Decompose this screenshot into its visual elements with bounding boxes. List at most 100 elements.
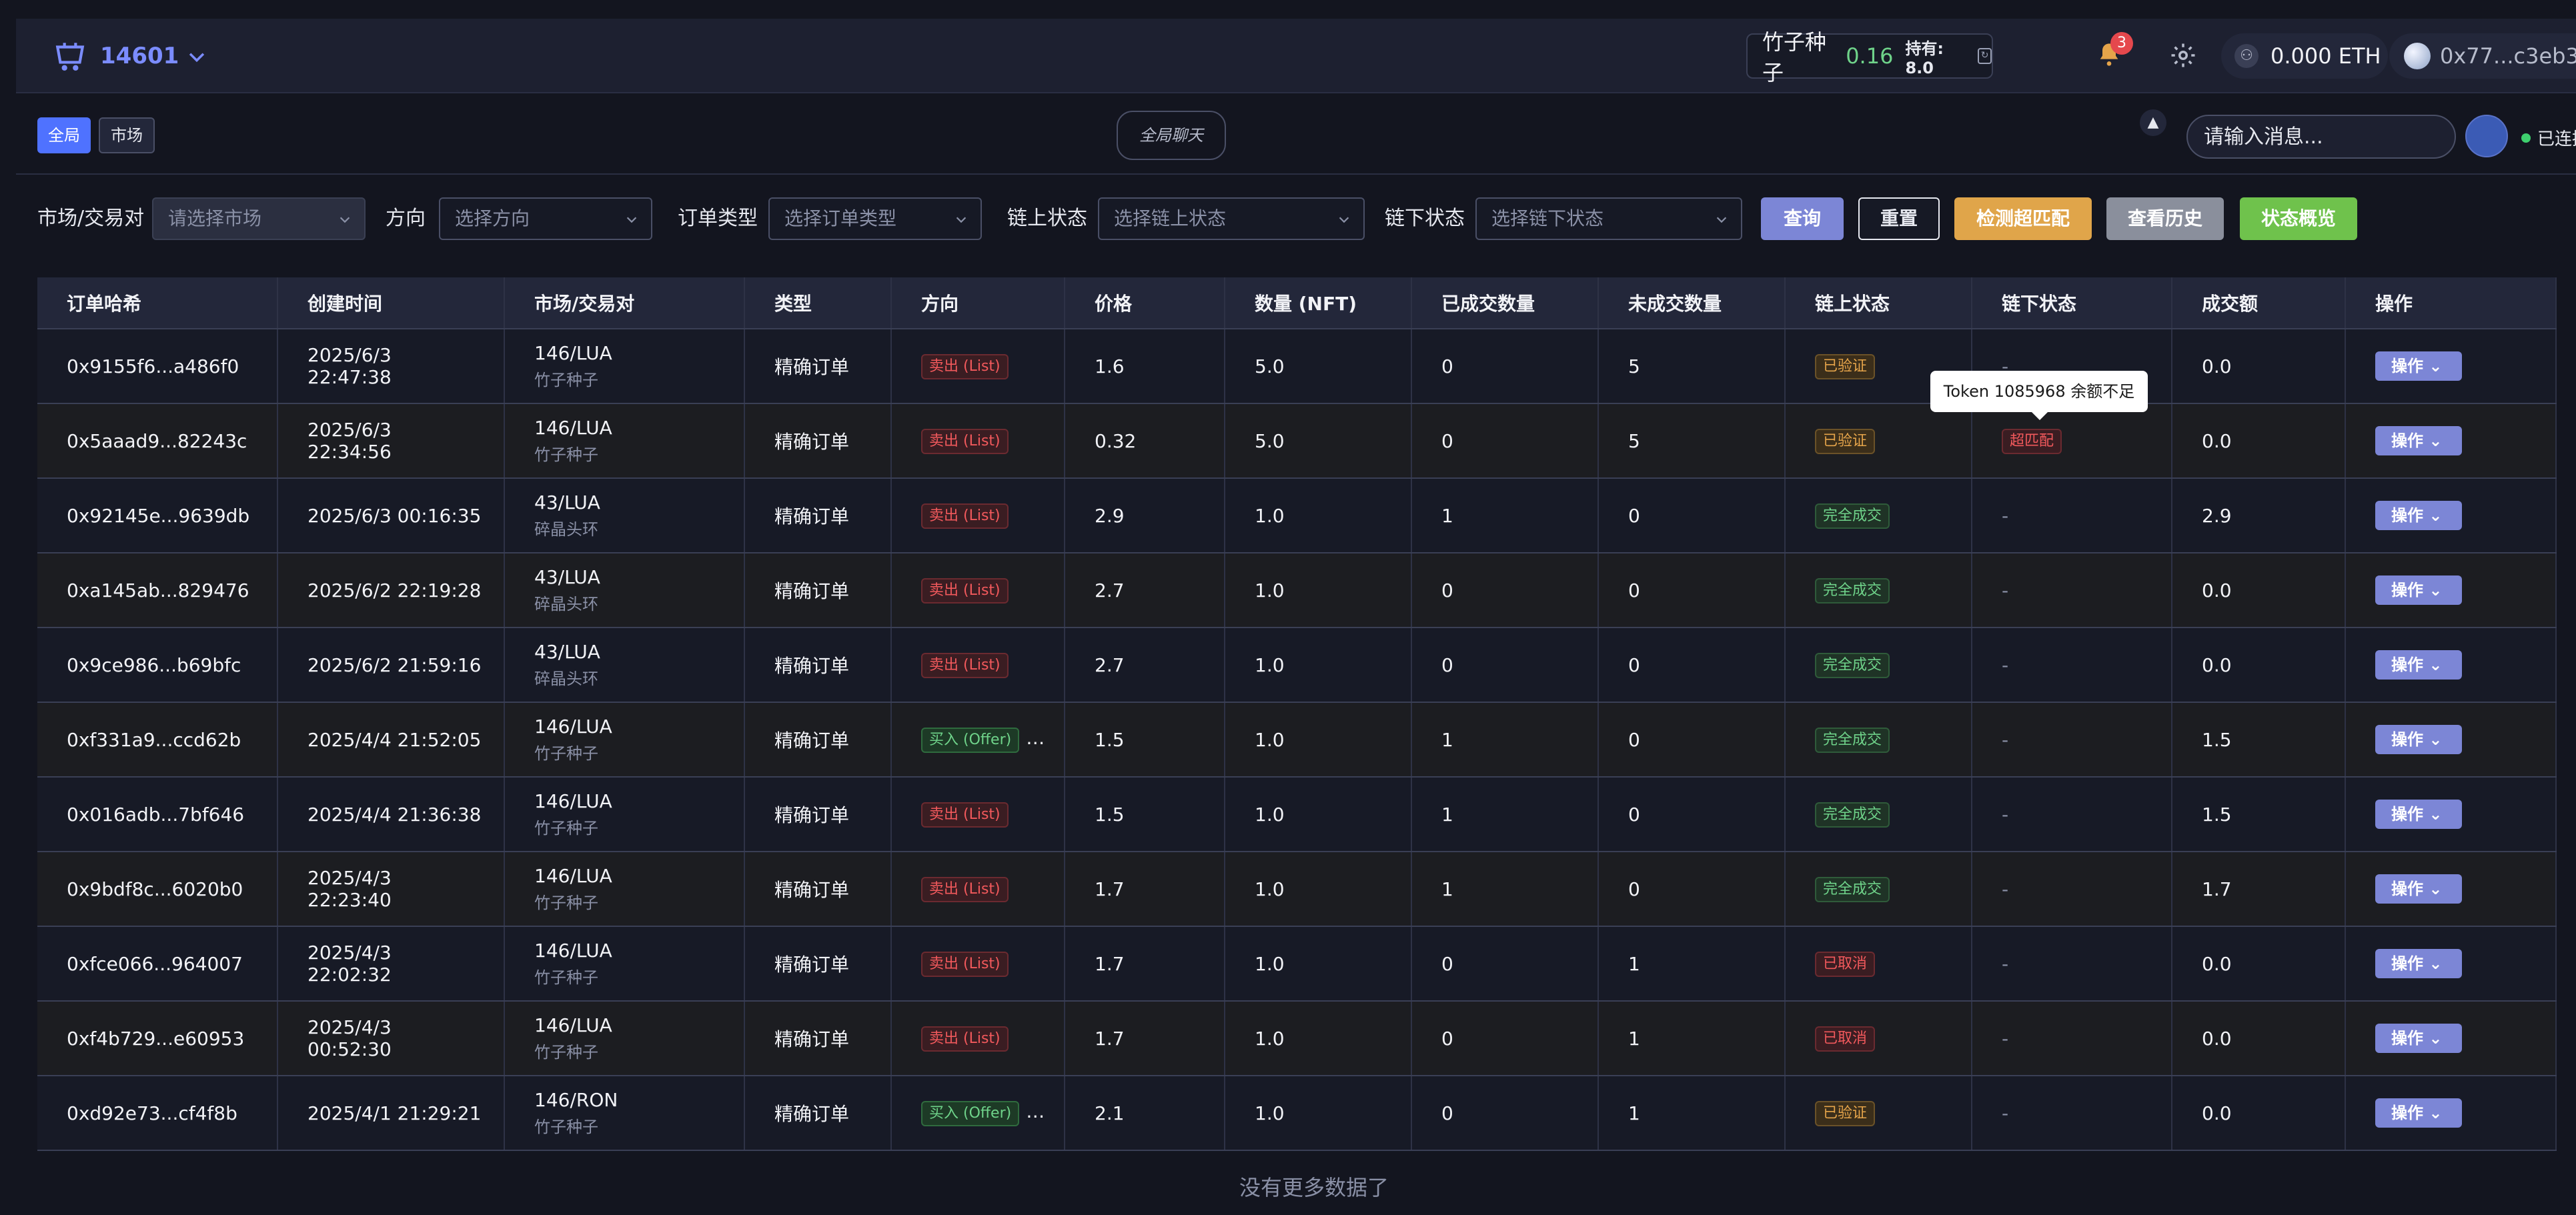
order-hash-cell[interactable]: 0xa145ab...829476 xyxy=(37,553,278,628)
collapse-up-icon[interactable]: ▲ xyxy=(2140,109,2166,136)
order-hash[interactable]: 0x9ce986...b69bfc xyxy=(67,654,241,676)
order-hash[interactable]: 0x9bdf8c...6020b0 xyxy=(67,878,243,900)
action-dropdown-button[interactable]: 操作 ⌄ xyxy=(2375,725,2462,754)
token-info[interactable]: 竹子种子 0.16 持有: 8.0 ↻ xyxy=(1746,29,1993,85)
order-hash-cell[interactable]: 0xd92e73...cf4f8b xyxy=(37,1076,278,1151)
created-time-cell: 2025/6/2 21:59:16 xyxy=(277,628,505,703)
market-filter-label: 市场/交易对 xyxy=(37,207,145,230)
created-time-clock: 22:23:40 xyxy=(307,889,392,911)
room-id[interactable]: 14601 xyxy=(100,37,179,75)
table-row[interactable]: 0x016adb...7bf646 2025/4/4 21:36:38 146/… xyxy=(37,777,2557,852)
scope-market-button[interactable]: 市场 xyxy=(99,117,155,153)
chevron-down-icon[interactable] xyxy=(185,45,208,68)
table-row[interactable]: 0xf331a9...ccd62b 2025/4/4 21:52:05 146/… xyxy=(37,702,2557,778)
order-hash[interactable]: 0xf331a9...ccd62b xyxy=(67,729,241,751)
shopping-basket-icon[interactable] xyxy=(53,39,87,72)
action-dropdown-button[interactable]: 操作 ⌄ xyxy=(2375,1098,2462,1128)
refresh-icon[interactable]: ↻ xyxy=(1978,48,1992,64)
wallet-address[interactable]: 0x77...c3eb31 xyxy=(2389,33,2576,79)
price-cell: 2.1 xyxy=(1065,1076,1225,1151)
table-row[interactable]: 0x92145e...9639db 2025/6/3 00:16:35 43/L… xyxy=(37,478,2557,553)
reset-button[interactable]: 重置 xyxy=(1858,197,1940,240)
offchain-select[interactable]: 选择链下状态 xyxy=(1475,197,1742,240)
order-hash[interactable]: 0x016adb...7bf646 xyxy=(67,804,244,826)
order-type-select[interactable]: 选择订单类型 xyxy=(768,197,982,240)
order-hash-cell[interactable]: 0x016adb...7bf646 xyxy=(37,777,278,852)
action-dropdown-button[interactable]: 操作 ⌄ xyxy=(2375,650,2462,680)
action-dropdown-button[interactable]: 操作 ⌄ xyxy=(2375,351,2462,381)
filled-cell: 0 xyxy=(1411,628,1599,703)
status-overview-button[interactable]: 状态概览 xyxy=(2240,197,2357,240)
order-hash[interactable]: 0xd92e73...cf4f8b xyxy=(67,1102,237,1124)
order-type: 精确订单 xyxy=(774,879,850,901)
detect-overmatch-button[interactable]: 检测超匹配 xyxy=(1954,197,2092,240)
action-label: 操作 xyxy=(2391,581,2423,599)
table-row[interactable]: 0xf4b729...e60953 2025/4/3 00:52:30 146/L… xyxy=(37,1001,2557,1076)
chevron-down-icon: ⌄ xyxy=(2429,1104,2443,1122)
offchain-status: - xyxy=(2002,1102,2009,1124)
order-hash-cell[interactable]: 0xf331a9...ccd62b xyxy=(37,702,278,778)
column-header: 成交额 xyxy=(2172,277,2346,329)
action-dropdown-button[interactable]: 操作 ⌄ xyxy=(2375,1024,2462,1053)
order-hash-cell[interactable]: 0x92145e...9639db xyxy=(37,478,278,553)
action-dropdown-button[interactable]: 操作 ⌄ xyxy=(2375,501,2462,530)
action-dropdown-button[interactable]: 操作 ⌄ xyxy=(2375,575,2462,605)
order-hash-cell[interactable]: 0x9155f6...a486f0 xyxy=(37,329,278,404)
order-hash[interactable]: 0x92145e...9639db xyxy=(67,505,249,527)
action-dropdown-button[interactable]: 操作 ⌄ xyxy=(2375,800,2462,829)
view-history-button[interactable]: 查看历史 xyxy=(2106,197,2224,240)
created-time-clock: 22:02:32 xyxy=(307,964,392,986)
action-dropdown-button[interactable]: 操作 ⌄ xyxy=(2375,949,2462,978)
direction-tag: 卖出 (List) xyxy=(921,951,1009,977)
table-row[interactable]: 0xfce066...964007 2025/4/3 22:02:32 146/L… xyxy=(37,926,2557,1002)
unfilled-quantity: 0 xyxy=(1628,504,1640,527)
chat-bar: 全局 市场 全局聊天 ▲ 已连接 xyxy=(16,95,2576,175)
asset-name: 竹子种子 xyxy=(534,894,598,912)
market-pair: 43/LUA xyxy=(534,491,600,513)
scope-all-button[interactable]: 全局 xyxy=(37,117,91,153)
action-cell: 操作 ⌄ xyxy=(2345,553,2557,628)
onchain-cell: 完全成交 xyxy=(1785,777,1972,852)
order-hash-cell[interactable]: 0xf4b729...e60953 xyxy=(37,1001,278,1076)
order-hash[interactable]: 0xf4b729...e60953 xyxy=(67,1028,244,1050)
table-row[interactable]: 0x9bdf8c...6020b0 2025/4/3 22:23:40 146/L… xyxy=(37,852,2557,927)
quantity: 1.0 xyxy=(1255,952,1285,975)
onchain-status-tag: 已取消 xyxy=(1815,1026,1876,1052)
query-button[interactable]: 查询 xyxy=(1761,197,1844,240)
gear-icon[interactable] xyxy=(2169,41,2197,69)
onchain-status-tag: 已验证 xyxy=(1815,428,1876,454)
order-hash-cell[interactable]: 0x9bdf8c...6020b0 xyxy=(37,852,278,927)
onchain-select[interactable]: 选择链上状态 xyxy=(1098,197,1365,240)
chevron-down-icon: ⌄ xyxy=(2429,1029,2443,1048)
market-select[interactable]: 请选择市场 xyxy=(152,197,366,240)
offchain-status: - xyxy=(2002,878,2009,900)
order-type-filter-label: 订单类型 xyxy=(678,207,758,230)
quantity-cell: 1.0 xyxy=(1225,1001,1412,1076)
table-row[interactable]: 0x5aaad9...82243c 2025/6/3 22:34:56 146/L… xyxy=(37,403,2557,479)
token-holding: 持有: 8.0 xyxy=(1905,39,1944,77)
message-input[interactable] xyxy=(2186,115,2456,159)
order-hash[interactable]: 0xfce066...964007 xyxy=(67,953,243,975)
direction-select[interactable]: 选择方向 xyxy=(439,197,652,240)
order-hash-cell[interactable]: 0x9ce986...b69bfc xyxy=(37,628,278,703)
amount-cell: 2.9 xyxy=(2172,478,2346,553)
more-icon: … xyxy=(1026,1100,1045,1122)
global-chat-button[interactable]: 全局聊天 xyxy=(1117,111,1226,160)
table-row[interactable]: 0xa145ab...829476 2025/6/2 22:19:28 43/L… xyxy=(37,553,2557,628)
action-dropdown-button[interactable]: 操作 ⌄ xyxy=(2375,426,2462,455)
table-row[interactable]: 0x9ce986...b69bfc 2025/6/2 21:59:16 43/L… xyxy=(37,628,2557,703)
chevron-down-icon: ⌄ xyxy=(2429,357,2443,375)
order-hash[interactable]: 0x9155f6...a486f0 xyxy=(67,355,239,377)
order-hash-cell[interactable]: 0x5aaad9...82243c xyxy=(37,403,278,479)
offchain-status-tag[interactable]: 超匹配 xyxy=(2002,428,2062,454)
order-hash-cell[interactable]: 0xfce066...964007 xyxy=(37,926,278,1002)
user-avatar[interactable] xyxy=(2465,115,2508,157)
order-hash[interactable]: 0x5aaad9...82243c xyxy=(67,430,247,452)
order-hash[interactable]: 0xa145ab...829476 xyxy=(67,579,249,601)
direction-cell: 卖出 (List) xyxy=(891,926,1065,1002)
price-cell: 2.7 xyxy=(1065,553,1225,628)
table-row[interactable]: 0xd92e73...cf4f8b 2025/4/1 21:29:21 146/… xyxy=(37,1076,2557,1151)
action-dropdown-button[interactable]: 操作 ⌄ xyxy=(2375,874,2462,904)
eth-balance[interactable]: ⚇ 0.000 ETH xyxy=(2221,33,2388,79)
table-row[interactable]: 0x9155f6...a486f0 2025/6/3 22:47:38 146/L… xyxy=(37,329,2557,404)
